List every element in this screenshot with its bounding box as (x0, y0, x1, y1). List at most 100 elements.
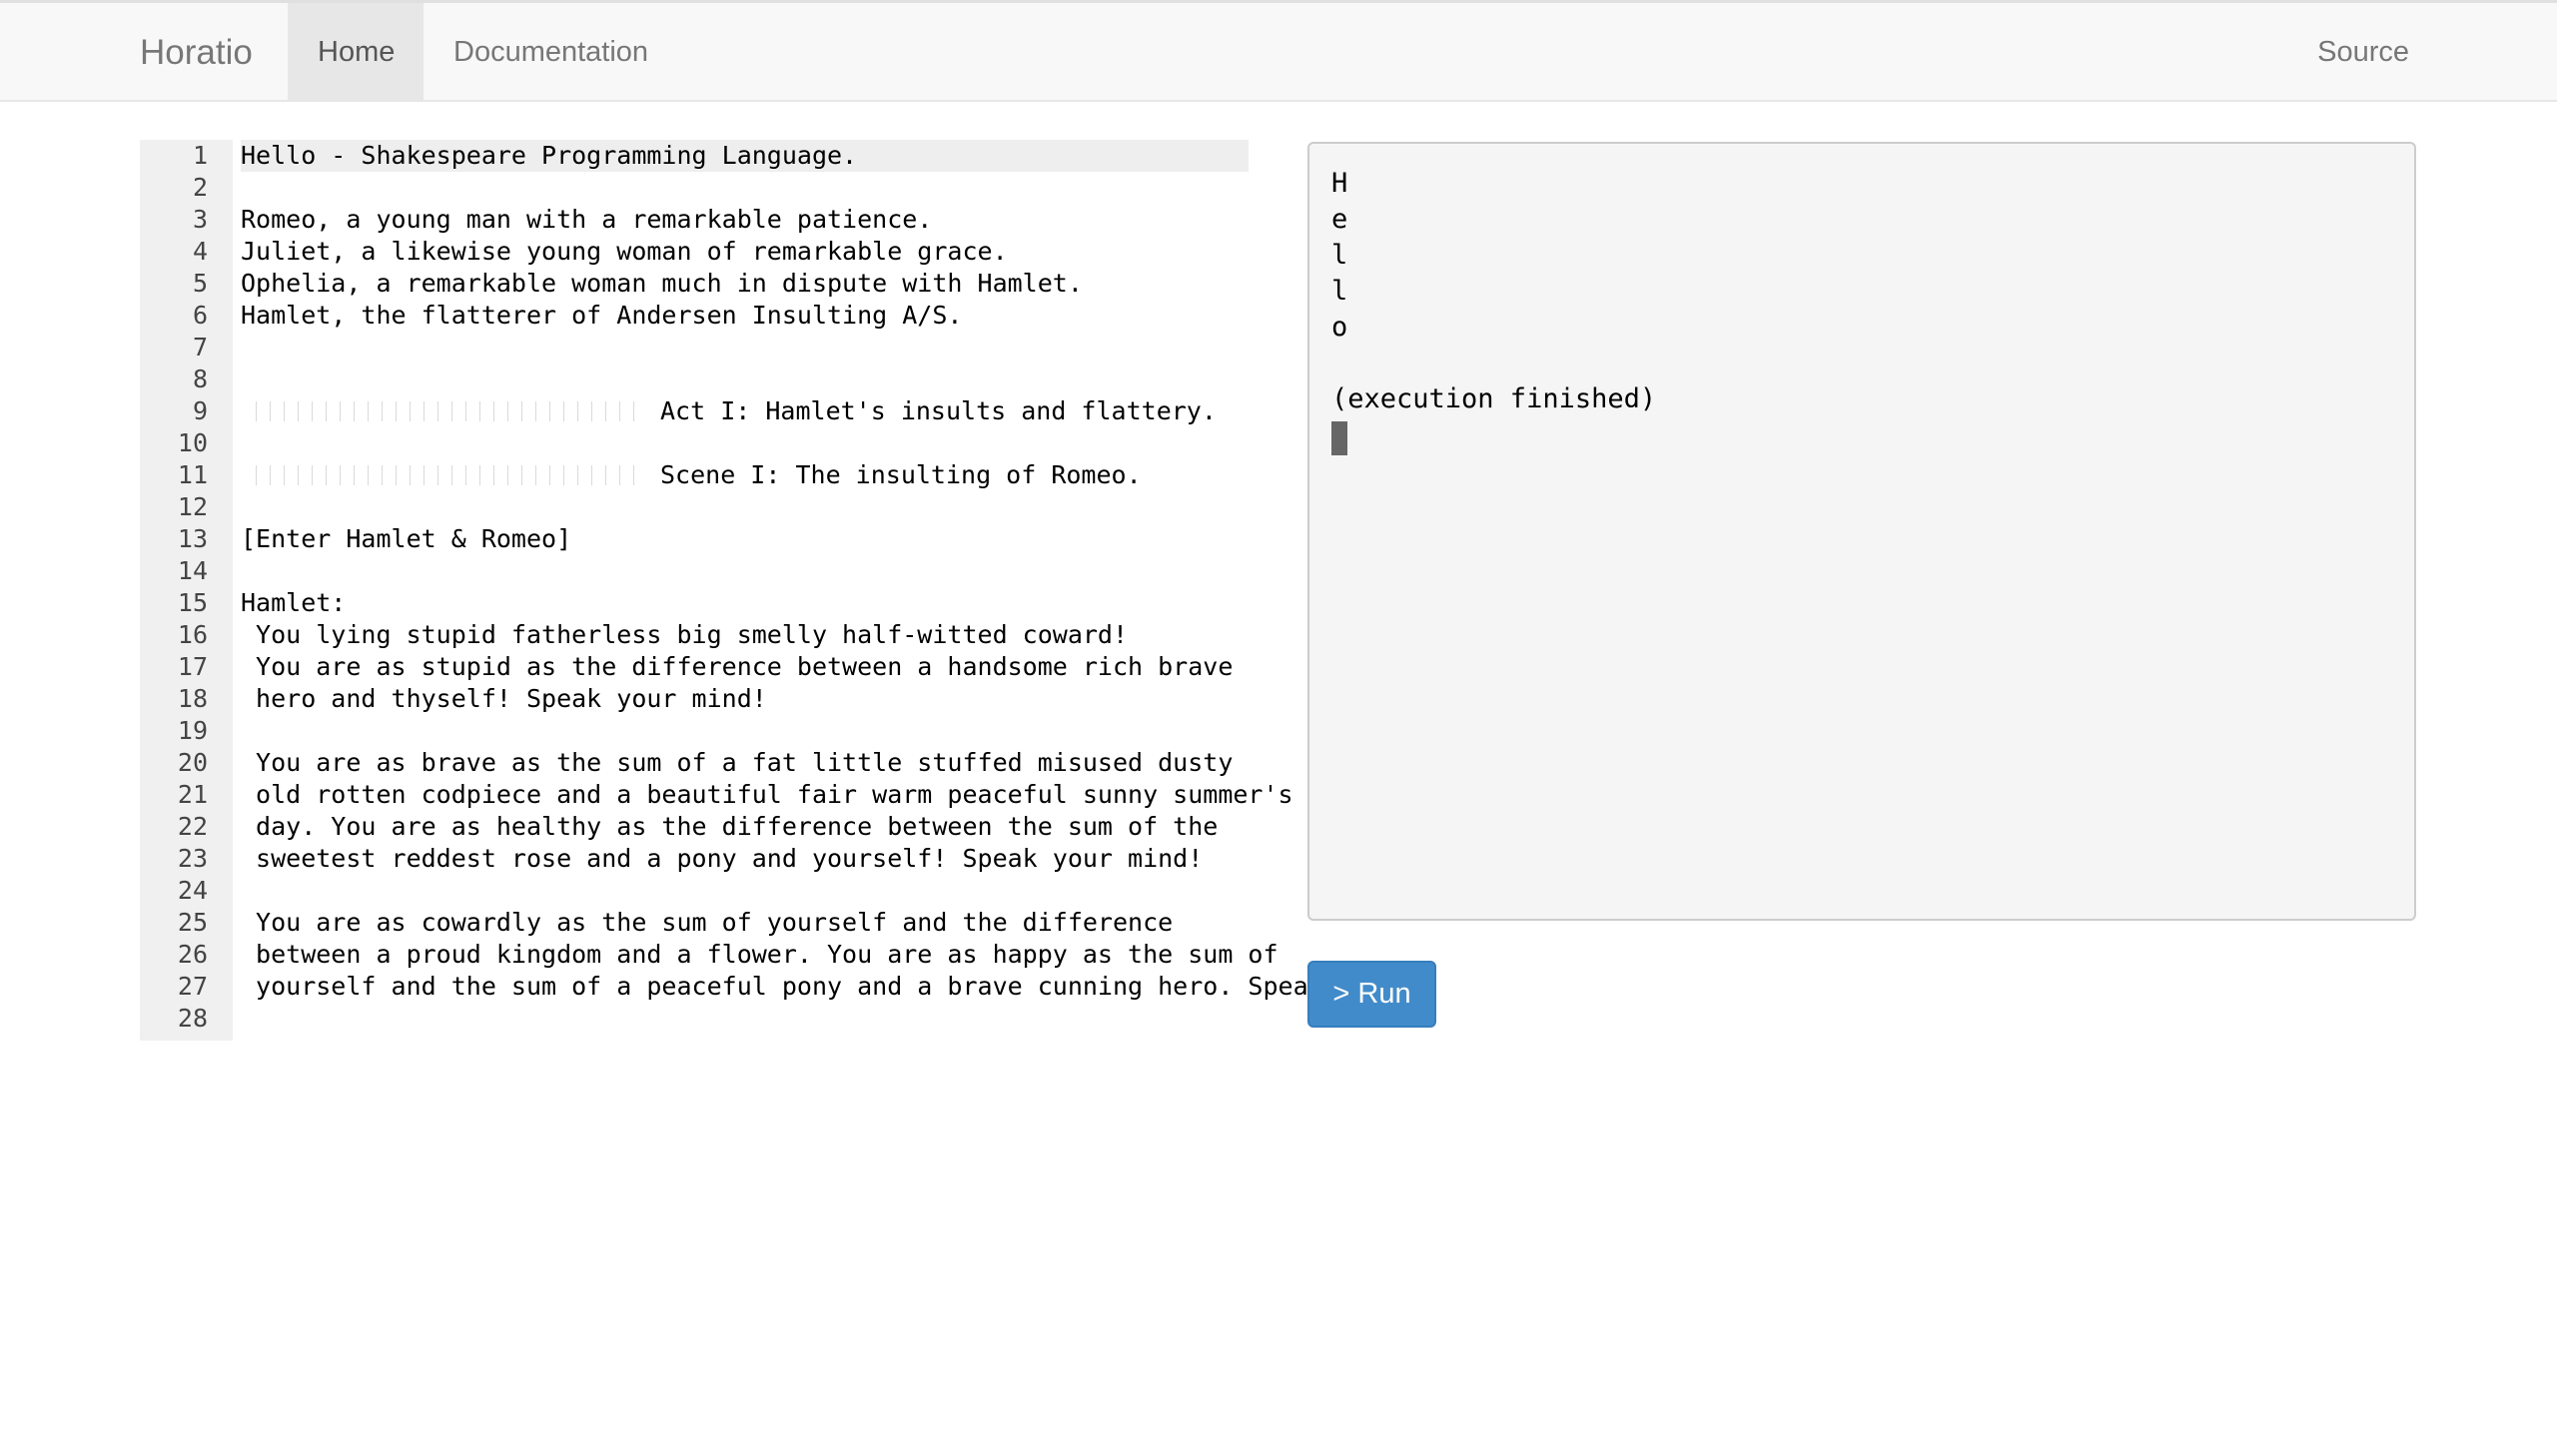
editor-line[interactable]: 26 between a proud kingdom and a flower.… (140, 939, 1278, 971)
line-number: 14 (177, 556, 208, 585)
terminal-cursor (1331, 421, 1347, 455)
output-line: (execution finished) (1331, 383, 1657, 414)
line-number: 25 (177, 908, 208, 937)
output-line: H (1331, 168, 1348, 199)
editor-line[interactable]: 4 Juliet, a likewise young woman of remar… (140, 236, 1249, 268)
line-number: 22 (177, 812, 208, 841)
editor-line[interactable]: 18 hero and thyself! Speak your mind! (140, 683, 1249, 715)
editor-line[interactable]: 6 Hamlet, the flatterer of Andersen Insul… (140, 300, 1249, 332)
line-number: 4 (192, 237, 208, 266)
line-number: 19 (177, 716, 208, 745)
output-console: He l l o (execution finished) (1307, 142, 2416, 921)
line-number: 7 (192, 333, 208, 362)
line-code: day. You are as healthy as the differenc… (241, 812, 1219, 841)
output-line: e (1331, 204, 1348, 235)
line-number: 21 (177, 780, 208, 809)
line-number: 9 (192, 396, 208, 425)
line-code: Act I: Hamlet's insults and flattery. (660, 396, 1217, 425)
editor-line[interactable]: 19 (140, 715, 1249, 747)
line-number: 11 (177, 460, 208, 489)
run-button[interactable]: > Run (1307, 961, 1436, 1028)
nav-documentation[interactable]: Documentation (424, 3, 678, 102)
line-code: between a proud kingdom and a flower. Yo… (241, 940, 1278, 969)
editor-line[interactable]: 17 You are as stupid as the difference b… (140, 651, 1249, 683)
line-number: 18 (177, 684, 208, 713)
editor-line[interactable]: 14 (140, 555, 1249, 587)
line-number: 27 (177, 972, 208, 1001)
editor-line[interactable]: 22 day. You are as healthy as the differ… (140, 811, 1249, 843)
navbar: Horatio Home Documentation Source (0, 0, 2557, 102)
editor-line[interactable]: 9 Act I: Hamlet's insults and flattery. (140, 395, 1249, 427)
line-code: yourself and the sum of a peaceful pony … (241, 972, 1323, 1001)
line-code: Scene I: The insulting of Romeo. (660, 460, 1142, 489)
editor-line[interactable]: 3 Romeo, a young man with a remarkable pa… (140, 204, 1249, 236)
editor-line[interactable]: 1 Hello - Shakespeare Programming Languag… (140, 140, 1249, 172)
line-number: 3 (192, 205, 208, 234)
line-number: 15 (177, 588, 208, 617)
editor-line[interactable]: 28 (140, 1003, 1249, 1035)
line-code: You are as cowardly as the sum of yourse… (241, 908, 1174, 937)
brand-logo[interactable]: Horatio (140, 3, 253, 102)
line-code: Romeo, a young man with a remarkable pat… (241, 205, 933, 234)
line-code: [Enter Hamlet & Romeo] (241, 524, 572, 553)
line-number: 5 (192, 269, 208, 298)
line-number: 28 (177, 1004, 208, 1033)
editor-line[interactable]: 12 (140, 491, 1249, 523)
line-number: 8 (192, 364, 208, 393)
editor-line[interactable]: 23 sweetest reddest rose and a pony and … (140, 843, 1249, 875)
editor-line[interactable]: 27 yourself and the sum of a peaceful po… (140, 971, 1323, 1003)
nav-source[interactable]: Source (2287, 3, 2439, 102)
editor-line[interactable]: 7 (140, 332, 1249, 364)
line-number: 6 (192, 301, 208, 330)
editor-line[interactable]: 5 Ophelia, a remarkable woman much in dis… (140, 268, 1249, 300)
editor-line[interactable]: 25 You are as cowardly as the sum of you… (140, 907, 1249, 939)
line-code: You are as brave as the sum of a fat lit… (241, 748, 1234, 777)
code-editor[interactable]: 1 Hello - Shakespeare Programming Languag… (140, 140, 1323, 1041)
output-line: l (1331, 240, 1348, 271)
output-line: l (1331, 276, 1348, 307)
editor-line[interactable]: 24 (140, 875, 1249, 907)
editor-line[interactable]: 21 old rotten codpiece and a beautiful f… (140, 779, 1293, 811)
line-code: Juliet, a likewise young woman of remark… (241, 237, 1008, 266)
line-number: 12 (177, 492, 208, 521)
line-code: Hamlet, the flatterer of Andersen Insult… (241, 301, 963, 330)
line-code: Ophelia, a remarkable woman much in disp… (241, 269, 1083, 298)
line-number: 1 (192, 141, 208, 170)
line-code: You are as stupid as the difference betw… (241, 652, 1234, 681)
line-number: 24 (177, 876, 208, 905)
line-number: 13 (177, 524, 208, 553)
editor-line[interactable]: 20 You are as brave as the sum of a fat … (140, 747, 1249, 779)
line-number: 2 (192, 173, 208, 202)
editor-line[interactable]: 11 Scene I: The insulting of Romeo. (140, 459, 1249, 491)
editor-line[interactable]: 2 (140, 172, 1249, 204)
editor-line[interactable]: 13 [Enter Hamlet & Romeo] (140, 523, 1249, 555)
line-code: old rotten codpiece and a beautiful fair… (241, 780, 1293, 809)
output-line: o (1331, 312, 1348, 343)
nav-home[interactable]: Home (288, 3, 424, 102)
line-code: Hello - Shakespeare Programming Language… (241, 140, 1249, 172)
line-code: Hamlet: (241, 588, 347, 617)
line-number: 17 (177, 652, 208, 681)
line-number: 16 (177, 620, 208, 649)
indent-guides (256, 465, 635, 485)
line-code: You lying stupid fatherless big smelly h… (241, 620, 1129, 649)
editor-line[interactable]: 8 (140, 364, 1249, 395)
line-number: 26 (177, 940, 208, 969)
line-number: 23 (177, 844, 208, 873)
editor-line[interactable]: 16 You lying stupid fatherless big smell… (140, 619, 1249, 651)
editor-line[interactable]: 15 Hamlet: (140, 587, 1249, 619)
editor-line[interactable]: 10 (140, 427, 1249, 459)
line-code: sweetest reddest rose and a pony and you… (241, 844, 1204, 873)
line-number: 10 (177, 428, 208, 457)
indent-guides (256, 401, 635, 421)
line-code: hero and thyself! Speak your mind! (241, 684, 767, 713)
